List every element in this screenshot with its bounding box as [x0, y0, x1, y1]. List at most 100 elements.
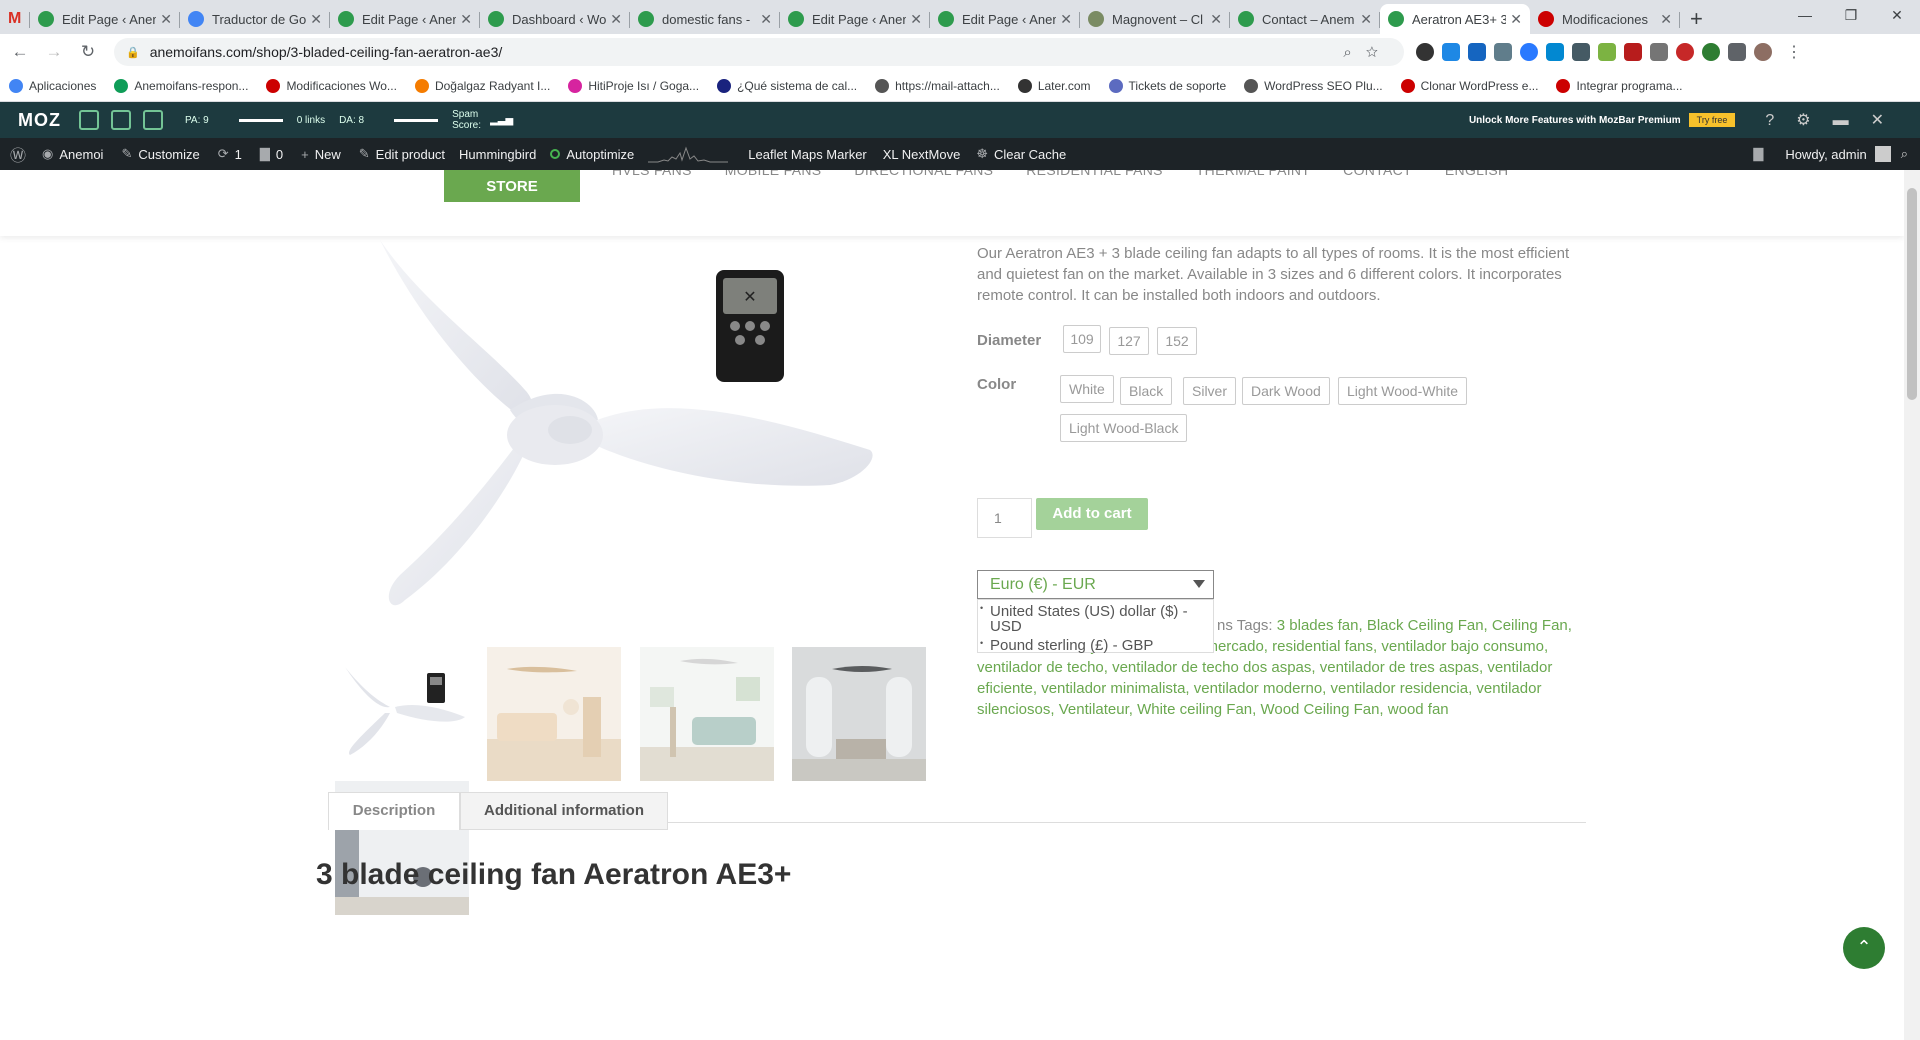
color-swatch[interactable]: Light Wood-White: [1338, 377, 1468, 405]
page-analysis-icon[interactable]: [79, 110, 99, 130]
tab-close-icon[interactable]: ✕: [460, 11, 472, 28]
profile-avatar[interactable]: [1754, 43, 1772, 61]
back-to-top-button[interactable]: ⌃: [1843, 927, 1885, 969]
tab-close-icon[interactable]: ✕: [1510, 11, 1522, 28]
tab-description[interactable]: Description: [328, 792, 460, 830]
currency-select[interactable]: Euro (€) - EUR: [977, 570, 1214, 599]
nav-item[interactable]: RESIDENTIAL FANS: [1026, 170, 1163, 178]
minimize-icon[interactable]: —: [1782, 0, 1828, 30]
wordpress-icon[interactable]: Ⓦ: [10, 142, 32, 166]
puzzle-icon[interactable]: [1728, 43, 1746, 61]
extension-icon[interactable]: [1546, 43, 1564, 61]
bookmark-item[interactable]: Modificaciones Wo...: [266, 78, 397, 93]
nav-item[interactable]: CONTACT: [1343, 170, 1412, 178]
add-to-cart-button[interactable]: Add to cart: [1036, 498, 1148, 530]
zoom-star-icons[interactable]: ⌕☆: [1343, 44, 1392, 61]
bookmark-item[interactable]: Tickets de soporte: [1108, 78, 1226, 93]
color-swatch[interactable]: Dark Wood: [1242, 377, 1330, 405]
tab-additional-information[interactable]: Additional information: [460, 792, 668, 830]
maximize-icon[interactable]: ❐: [1828, 0, 1874, 30]
browser-tab[interactable]: Edit Page ‹ Anem ✕: [30, 4, 180, 34]
howdy-link[interactable]: Howdy, admin: [1785, 147, 1866, 162]
extension-icon[interactable]: [1598, 43, 1616, 61]
bookmark-item[interactable]: WordPress SEO Plu...: [1244, 78, 1383, 93]
quantity-input[interactable]: 1: [977, 498, 1032, 538]
leaflet-link[interactable]: Leaflet Maps Marker: [748, 147, 867, 162]
tab-close-icon[interactable]: ✕: [1210, 11, 1222, 28]
edit-product-link[interactable]: ✎ Edit product: [359, 146, 445, 162]
browser-tab[interactable]: Aeratron AE3+ 3 ✕: [1380, 4, 1530, 34]
notification-icon[interactable]: ▇: [1753, 146, 1763, 162]
extension-icon[interactable]: [1442, 43, 1460, 61]
tab-close-icon[interactable]: ✕: [610, 11, 622, 28]
url-text[interactable]: anemoifans.com/shop/3-bladed-ceiling-fan…: [150, 44, 503, 60]
bookmark-item[interactable]: Clonar WordPress e...: [1400, 78, 1538, 93]
store-button[interactable]: STORE: [444, 170, 580, 202]
product-thumbnail[interactable]: [792, 647, 926, 781]
bookmark-item[interactable]: Integrar programa...: [1556, 78, 1683, 93]
bookmark-item[interactable]: https://mail-attach...: [875, 78, 1000, 93]
extension-icon[interactable]: [1494, 43, 1512, 61]
nav-item[interactable]: MOBILE FANS: [725, 170, 822, 178]
product-thumbnail[interactable]: [335, 647, 469, 781]
browser-tab[interactable]: domestic fans - ✕: [630, 4, 780, 34]
product-thumbnail[interactable]: [487, 647, 621, 781]
diameter-swatch[interactable]: 109: [1063, 325, 1101, 353]
highlight-icon[interactable]: [111, 110, 131, 130]
mozbar-tools[interactable]: ?⚙▬✕: [1765, 110, 1906, 130]
nav-item[interactable]: DIRECTIONAL FANS: [854, 170, 993, 178]
product-thumbnail[interactable]: [640, 647, 774, 781]
extension-icon[interactable]: [1572, 43, 1590, 61]
extension-icon[interactable]: [1650, 43, 1668, 61]
extension-icon[interactable]: [1468, 43, 1486, 61]
browser-tab[interactable]: Traductor de Go ✕: [180, 4, 330, 34]
color-swatch[interactable]: Silver: [1183, 377, 1237, 405]
color-swatch[interactable]: Light Wood-Black: [1060, 414, 1188, 442]
extension-icon[interactable]: [1520, 43, 1538, 61]
browser-tab[interactable]: Modificaciones ✕: [1530, 4, 1680, 34]
bookmark-item[interactable]: HitiProje Isı / Goga...: [568, 78, 699, 93]
browser-tab[interactable]: Edit Page ‹ Anem ✕: [930, 4, 1080, 34]
scrollbar-thumb[interactable]: [1907, 188, 1917, 400]
browser-tab[interactable]: Contact – Anem ✕: [1230, 4, 1380, 34]
omnibox[interactable]: 🔒 anemoifans.com/shop/3-bladed-ceiling-f…: [114, 38, 1404, 66]
search-icon[interactable]: ⌕: [1901, 146, 1908, 162]
extension-icon[interactable]: [1624, 43, 1642, 61]
back-icon[interactable]: ←: [6, 42, 34, 62]
new-tab-button[interactable]: +: [1680, 4, 1713, 34]
color-swatch[interactable]: Black: [1120, 377, 1173, 405]
site-name-link[interactable]: ◉ Anemoi: [42, 146, 103, 162]
browser-tab[interactable]: Edit Page ‹ Anem ✕: [780, 4, 930, 34]
serp-icon[interactable]: [143, 110, 163, 130]
browser-tab[interactable]: Edit Page ‹ Anem ✕: [330, 4, 480, 34]
try-free-button[interactable]: Try free: [1688, 113, 1736, 127]
nav-item[interactable]: HVLS FANS: [612, 170, 692, 178]
tab-close-icon[interactable]: ✕: [760, 11, 772, 28]
comments-link[interactable]: ▇ 0: [260, 146, 283, 162]
tab-close-icon[interactable]: ✕: [1360, 11, 1372, 28]
browser-tab[interactable]: Dashboard ‹ Wo ✕: [480, 4, 630, 34]
currency-option-gbp[interactable]: Pound sterling (£) - GBP: [990, 638, 1153, 653]
xl-nextmove-link[interactable]: XL NextMove: [883, 147, 961, 162]
tab-close-icon[interactable]: ✕: [1660, 11, 1672, 28]
moz-logo[interactable]: MOZ: [18, 110, 61, 131]
avatar[interactable]: [1874, 146, 1891, 162]
customize-link[interactable]: ✎ Customize: [121, 146, 199, 162]
nav-item[interactable]: THERMAL PAINT: [1196, 170, 1310, 178]
premium-text[interactable]: Unlock More Features with MozBar Premium: [1469, 115, 1681, 126]
diameter-swatch[interactable]: 127: [1109, 327, 1149, 355]
browser-tab[interactable]: Magnovent – Cl ✕: [1080, 4, 1230, 34]
bookmark-item[interactable]: Doğalgaz Radyant I...: [414, 78, 550, 93]
bookmark-item[interactable]: Anemoifans-respon...: [114, 78, 248, 93]
forward-icon[interactable]: →: [40, 42, 68, 62]
extension-icon[interactable]: [1676, 43, 1694, 61]
diameter-swatch[interactable]: 152: [1157, 327, 1197, 355]
clear-cache-link[interactable]: ☸ Clear Cache: [976, 146, 1066, 162]
new-content-link[interactable]: + New: [301, 147, 341, 162]
product-main-image[interactable]: ✕: [360, 230, 900, 670]
tab-gmail[interactable]: M: [0, 4, 30, 34]
page-scrollbar[interactable]: [1904, 170, 1920, 1040]
tab-close-icon[interactable]: ✕: [1060, 11, 1072, 28]
updates-link[interactable]: ⟳ 1: [218, 146, 242, 162]
extension-icon[interactable]: [1416, 43, 1434, 61]
